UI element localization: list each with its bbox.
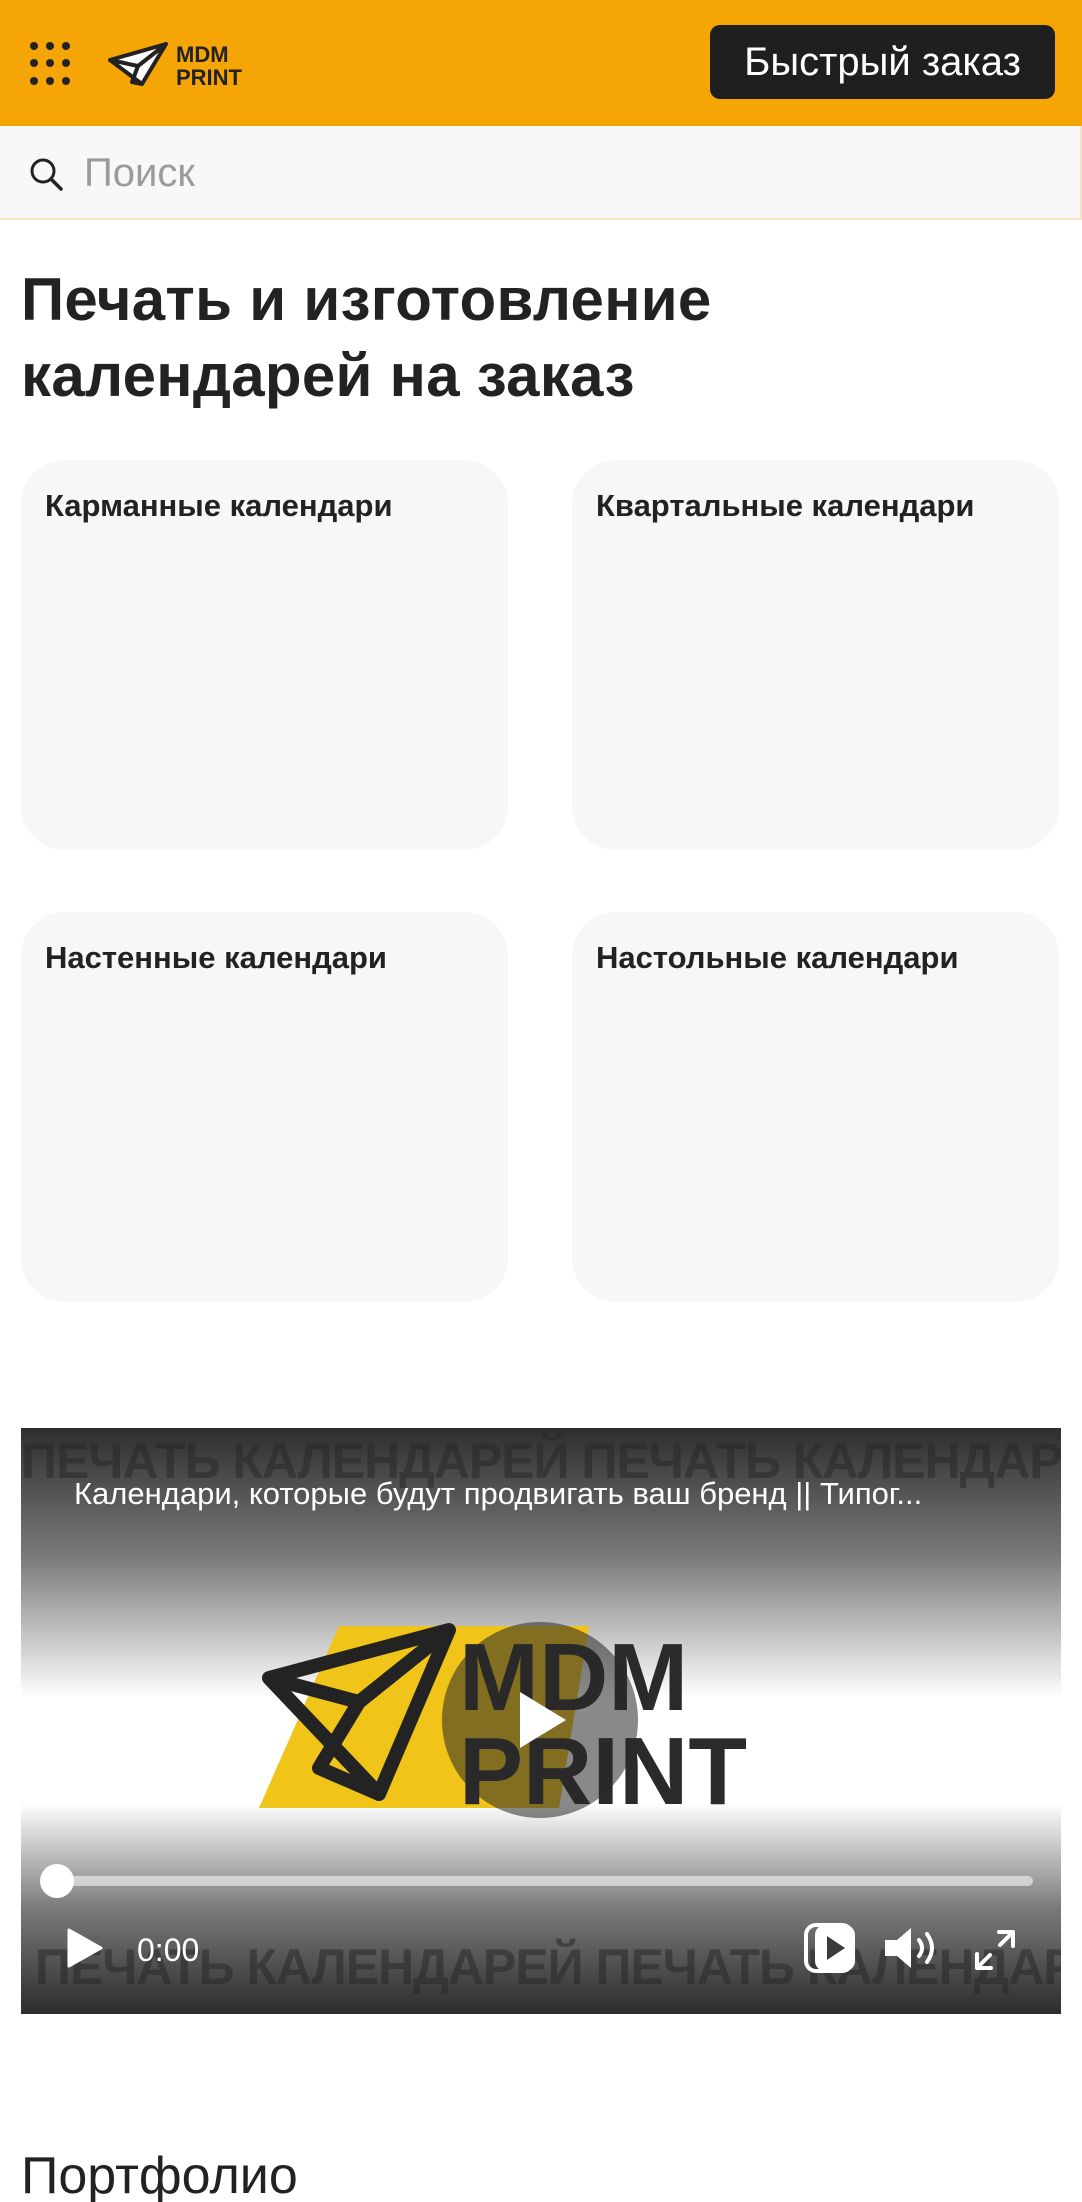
picture-in-picture-icon[interactable]	[803, 1922, 859, 1974]
search-input[interactable]	[84, 140, 1044, 206]
fullscreen-icon[interactable]	[973, 1928, 1017, 1972]
category-card-label: Квартальные календари	[596, 488, 975, 523]
video-player[interactable]: ПЕЧАТЬ КАЛЕНДАРЕЙ ПЕЧАТЬ КАЛЕНДАРЕЙ ПЕЧА…	[21, 1428, 1061, 2014]
logo-text-top: MDM	[176, 42, 229, 67]
category-card-quarterly[interactable]: Квартальные календари	[572, 460, 1059, 850]
page-title: Печать и изготовление календарей на зака…	[21, 262, 1061, 414]
play-icon	[520, 1692, 566, 1748]
page-title-line-1: Печать и изготовление	[21, 266, 712, 333]
video-progress-thumb[interactable]	[40, 1864, 74, 1898]
search-bar	[0, 126, 1082, 220]
logo-text-bottom: PRINT	[176, 65, 243, 90]
portfolio-heading: Портфолио	[21, 2147, 298, 2202]
quick-order-button[interactable]: Быстрый заказ	[710, 25, 1055, 99]
video-title[interactable]: Календари, которые будут продвигать ваш …	[74, 1476, 1014, 1512]
play-icon[interactable]	[65, 1926, 105, 1970]
video-progress-bar[interactable]	[40, 1864, 1033, 1898]
site-header: MDM PRINT Быстрый заказ	[0, 0, 1082, 126]
menu-grid-icon[interactable]	[30, 42, 74, 86]
mdm-print-logo[interactable]: MDM PRINT	[108, 38, 248, 90]
category-card-pocket[interactable]: Карманные календари	[21, 460, 508, 850]
category-card-label: Настольные календари	[596, 940, 959, 975]
category-card-wall[interactable]: Настенные календари	[21, 912, 508, 1302]
video-current-time: 0:00	[137, 1932, 200, 1968]
page: MDM PRINT Быстрый заказ Печать и изготов…	[0, 0, 1082, 2202]
category-card-label: Настенные календари	[45, 940, 387, 975]
volume-icon[interactable]	[883, 1926, 939, 1970]
category-card-desk[interactable]: Настольные календари	[572, 912, 1059, 1302]
category-card-label: Карманные календари	[45, 488, 393, 523]
search-icon[interactable]	[28, 156, 64, 192]
page-title-line-2: календарей на заказ	[21, 342, 635, 409]
video-big-play-button[interactable]	[442, 1622, 638, 1818]
